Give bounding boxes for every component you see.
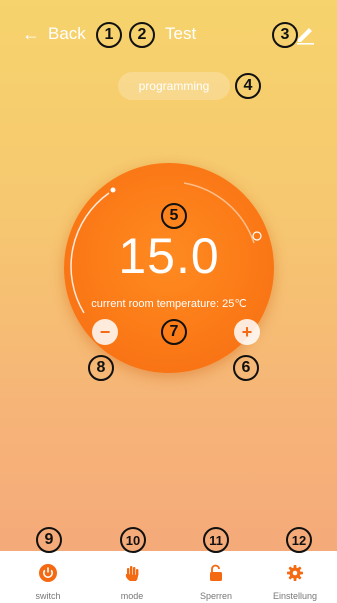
tab-mode[interactable]: mode — [90, 551, 174, 603]
tab-label: Sperren — [199, 591, 233, 601]
tab-sperren[interactable]: Sperren — [174, 551, 258, 603]
annotation-marker-2: 2 — [129, 22, 155, 48]
tab-label: Einstellung — [272, 591, 318, 601]
room-temperature: current room temperature: 25℃ — [91, 298, 247, 310]
annotation-marker-10: 10 — [120, 527, 146, 553]
gear-icon — [287, 565, 303, 581]
annotation-marker-3: 3 — [272, 22, 298, 48]
tab-label: mode — [120, 591, 144, 601]
tab-switch[interactable]: switch — [6, 551, 90, 603]
bottom-tab-bar: switch mode Sperren Einstellung — [0, 551, 337, 603]
annotation-marker-5: 5 — [161, 203, 187, 229]
setpoint-temperature: 15.0 — [118, 228, 220, 284]
annotation-marker-6: 6 — [233, 355, 259, 381]
hand-icon — [125, 566, 139, 581]
back-button[interactable]: ← Back — [22, 22, 86, 46]
annotation-marker-7: 7 — [161, 319, 187, 345]
annotation-marker-8: 8 — [88, 355, 114, 381]
annotation-marker-12: 12 — [286, 527, 312, 553]
back-arrow-icon: ← — [22, 23, 40, 44]
unlock-icon — [210, 564, 222, 581]
page-title: Test — [165, 24, 197, 43]
annotation-marker-4: 4 — [235, 73, 261, 99]
annotation-marker-1: 1 — [96, 22, 122, 48]
mode-pill[interactable]: programming — [118, 72, 230, 100]
annotation-marker-11: 11 — [203, 527, 229, 553]
back-label: Back — [48, 24, 86, 43]
increase-button[interactable]: + — [234, 319, 260, 345]
annotation-marker-9: 9 — [36, 527, 62, 553]
tab-label: switch — [35, 591, 61, 601]
power-icon — [39, 564, 57, 582]
tab-einstellung[interactable]: Einstellung — [253, 551, 337, 603]
decrease-button[interactable]: − — [92, 319, 118, 345]
